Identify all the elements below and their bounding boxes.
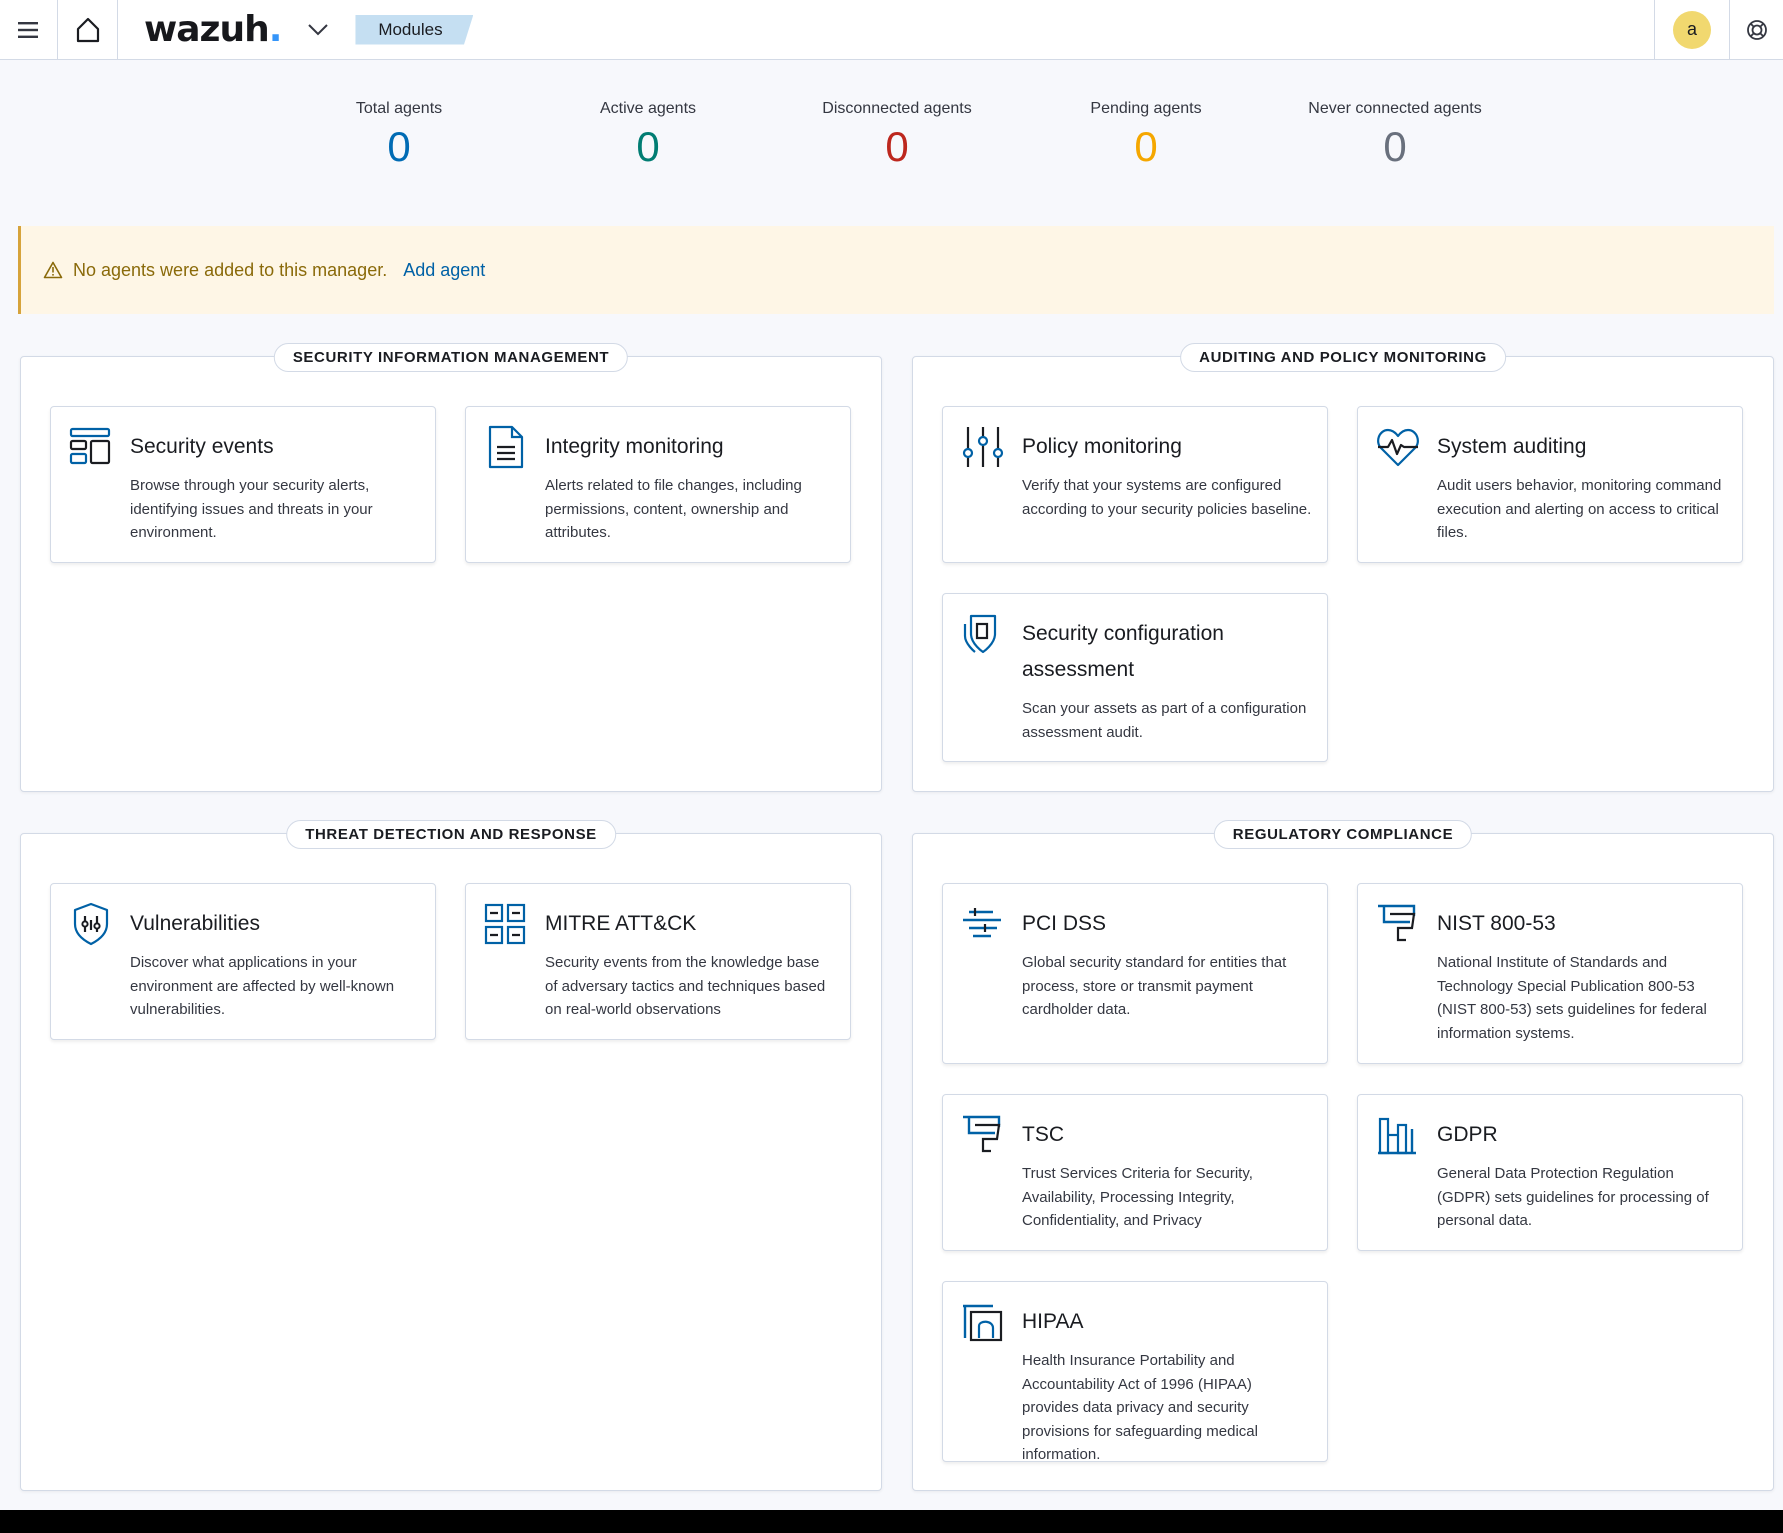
card-title: Security configuration assessment bbox=[1022, 622, 1224, 681]
card-description: General Data Protection Regulation (GDPR… bbox=[1437, 1165, 1709, 1229]
grid-icon bbox=[484, 903, 526, 945]
card-description: Health Insurance Portability and Account… bbox=[1022, 1352, 1258, 1463]
top-header: wazuh. Modules a bbox=[0, 0, 1783, 60]
card-title: MITRE ATT&CK bbox=[545, 912, 697, 935]
card-title: GDPR bbox=[1437, 1123, 1498, 1146]
card-integrity-monitoring[interactable]: Integrity monitoring Alerts related to f… bbox=[465, 406, 851, 563]
stat-label: Pending agents bbox=[1090, 100, 1202, 117]
card-title: Vulnerabilities bbox=[130, 912, 260, 935]
lines-icon bbox=[963, 908, 1001, 938]
panel-title: THREAT DETECTION AND RESPONSE bbox=[286, 820, 616, 849]
stat-total-agents: Total agents 0 bbox=[284, 100, 514, 170]
card-description: Global security standard for entities th… bbox=[1022, 954, 1287, 1018]
shield-check-icon bbox=[963, 614, 997, 654]
stat-value[interactable]: 0 bbox=[284, 124, 514, 170]
card-mitre-attack[interactable]: MITRE ATT&CK Security events from the kn… bbox=[465, 883, 851, 1040]
card-description: Scan your assets as part of a configurat… bbox=[1022, 700, 1307, 741]
stat-label: Never connected agents bbox=[1308, 100, 1482, 117]
flag-icon bbox=[963, 1115, 1001, 1153]
stat-value[interactable]: 0 bbox=[533, 124, 763, 170]
flag-icon bbox=[1378, 904, 1416, 942]
callout-message: No agents were added to this manager. bbox=[73, 259, 388, 280]
help-button[interactable] bbox=[1729, 0, 1783, 60]
stat-label: Disconnected agents bbox=[822, 100, 972, 117]
card-description: National Institute of Standards and Tech… bbox=[1437, 954, 1707, 1042]
card-nist-800-53[interactable]: NIST 800-53 National Institute of Standa… bbox=[1357, 883, 1743, 1064]
bottom-bar bbox=[0, 1510, 1783, 1533]
panel-title: SECURITY INFORMATION MANAGEMENT bbox=[273, 343, 629, 372]
stat-active-agents: Active agents 0 bbox=[533, 100, 763, 170]
app-menu-toggle[interactable] bbox=[303, 15, 333, 45]
breadcrumb-modules[interactable]: Modules bbox=[355, 14, 474, 45]
card-title: Policy monitoring bbox=[1022, 435, 1182, 458]
card-description: Verify that your systems are configured … bbox=[1022, 477, 1312, 518]
document-icon bbox=[488, 425, 524, 469]
heart-monitor-icon bbox=[1377, 428, 1419, 467]
stat-value[interactable]: 0 bbox=[1280, 124, 1510, 170]
stat-value[interactable]: 0 bbox=[782, 124, 1012, 170]
stat-value[interactable]: 0 bbox=[1031, 124, 1261, 170]
logo-text: wazuh bbox=[144, 9, 270, 50]
menu-icon bbox=[17, 21, 38, 38]
card-gdpr[interactable]: GDPR General Data Protection Regulation … bbox=[1357, 1094, 1743, 1251]
sliders-icon bbox=[962, 427, 1004, 467]
panel-regulatory-compliance: REGULATORY COMPLIANCE PCI DSS Global sec… bbox=[912, 820, 1774, 1491]
card-security-events[interactable]: Security events Browse through your secu… bbox=[50, 406, 436, 563]
card-description: Trust Services Criteria for Security, Av… bbox=[1022, 1165, 1253, 1229]
stat-never-connected-agents: Never connected agents 0 bbox=[1280, 100, 1510, 170]
no-agents-callout: No agents were added to this manager. Ad… bbox=[18, 226, 1774, 314]
help-icon bbox=[1746, 19, 1767, 40]
card-hipaa[interactable]: HIPAA Health Insurance Portability and A… bbox=[942, 1281, 1328, 1463]
card-title: System auditing bbox=[1437, 435, 1587, 458]
stat-label: Active agents bbox=[599, 100, 697, 117]
home-icon bbox=[76, 17, 99, 42]
avatar[interactable]: a bbox=[1673, 10, 1711, 49]
shield-bug-icon bbox=[73, 902, 109, 946]
card-pci-dss[interactable]: PCI DSS Global security standard for ent… bbox=[942, 883, 1328, 1064]
card-description: Audit users behavior, monitoring command… bbox=[1437, 477, 1722, 541]
card-description: Security events from the knowledge base … bbox=[545, 954, 826, 1018]
stat-pending-agents: Pending agents 0 bbox=[1031, 100, 1261, 170]
card-vulnerabilities[interactable]: Vulnerabilities Discover what applicatio… bbox=[50, 883, 436, 1040]
bars-icon bbox=[1378, 1117, 1416, 1155]
menu-button[interactable] bbox=[0, 0, 58, 60]
panel-auditing-policy-monitoring: AUDITING AND POLICY MONITORING Policy mo… bbox=[912, 343, 1774, 792]
card-title: HIPAA bbox=[1022, 1310, 1084, 1333]
stat-disconnected-agents: Disconnected agents 0 bbox=[782, 100, 1012, 170]
card-title: Security events bbox=[130, 435, 274, 458]
card-title: NIST 800-53 bbox=[1437, 912, 1556, 935]
card-description: Alerts related to file changes, includin… bbox=[545, 477, 802, 541]
card-tsc[interactable]: TSC Trust Services Criteria for Security… bbox=[942, 1094, 1328, 1251]
card-title: TSC bbox=[1022, 1123, 1064, 1146]
card-description: Discover what applications in your envir… bbox=[130, 954, 395, 1018]
frame-icon bbox=[963, 1304, 1003, 1342]
dashboard-icon bbox=[69, 427, 111, 465]
panel-security-information-management: SECURITY INFORMATION MANAGEMENT Security… bbox=[20, 343, 882, 792]
card-security-configuration-assessment[interactable]: Security configuration assessment Scan y… bbox=[942, 593, 1328, 762]
card-system-auditing[interactable]: System auditing Audit users behavior, mo… bbox=[1357, 406, 1743, 563]
logo-dot: . bbox=[268, 9, 283, 50]
add-agent-link[interactable]: Add agent bbox=[403, 260, 485, 281]
wazuh-logo[interactable]: wazuh. bbox=[144, 9, 283, 50]
panel-title: AUDITING AND POLICY MONITORING bbox=[1180, 343, 1506, 372]
chevron-down-icon bbox=[308, 23, 329, 35]
warning-icon bbox=[43, 261, 63, 279]
card-policy-monitoring[interactable]: Policy monitoring Verify that your syste… bbox=[942, 406, 1328, 563]
panel-threat-detection-response: THREAT DETECTION AND RESPONSE Vulnerabil… bbox=[20, 820, 882, 1491]
card-description: Browse through your security alerts, ide… bbox=[130, 477, 373, 541]
stat-label: Total agents bbox=[355, 100, 443, 117]
card-title: PCI DSS bbox=[1022, 912, 1107, 935]
user-menu[interactable]: a bbox=[1654, 0, 1729, 60]
panel-title: REGULATORY COMPLIANCE bbox=[1213, 820, 1473, 849]
card-title: Integrity monitoring bbox=[545, 435, 724, 458]
home-button[interactable] bbox=[58, 0, 118, 60]
